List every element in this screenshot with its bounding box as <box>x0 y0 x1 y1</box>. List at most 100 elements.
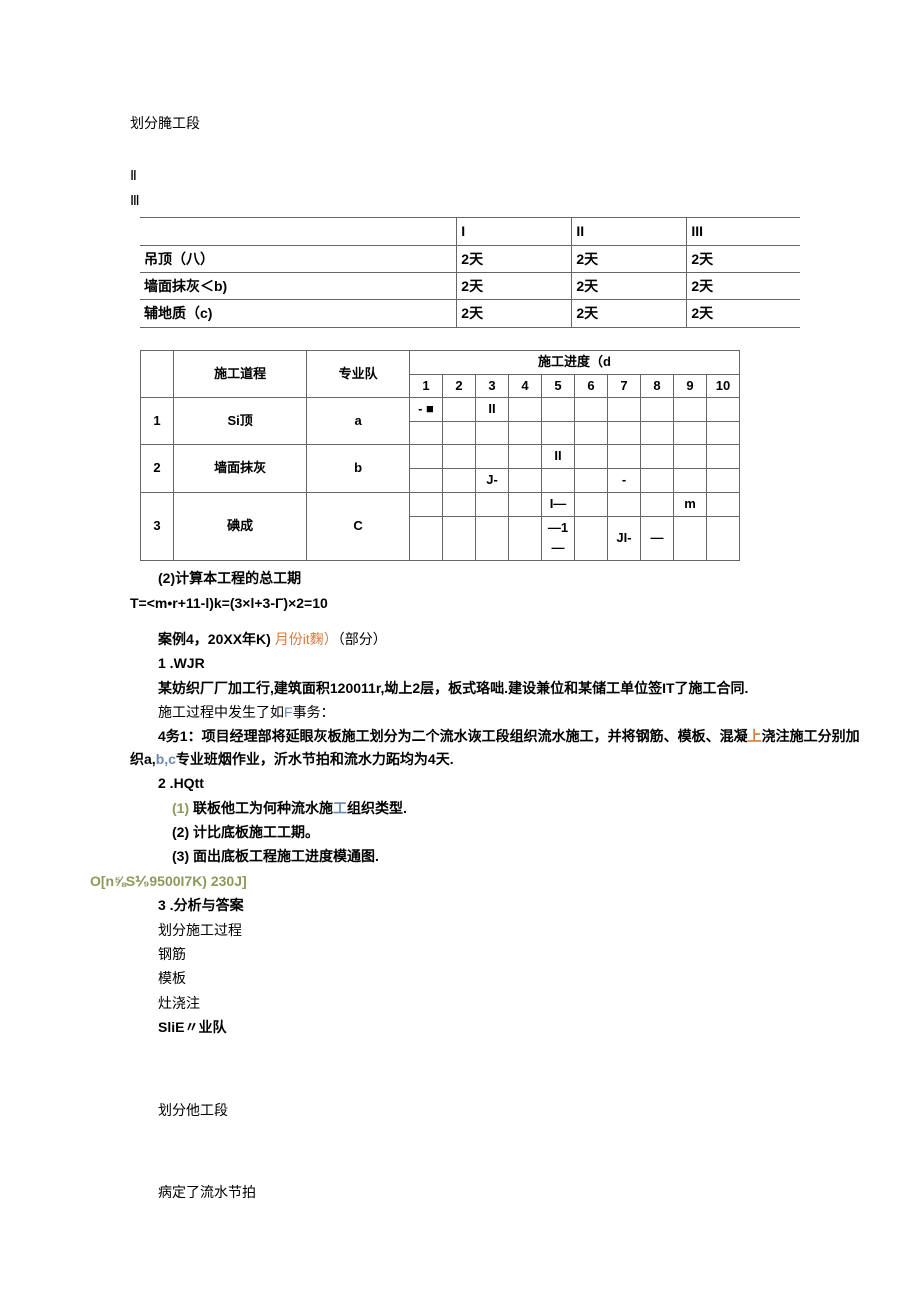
c <box>476 492 509 516</box>
c <box>674 445 707 469</box>
text-olive: (1) <box>172 800 189 816</box>
c: —1— <box>542 516 575 561</box>
col-2: 2 <box>443 374 476 398</box>
header-ii: II <box>572 218 687 245</box>
text-blue: F <box>284 704 293 720</box>
c <box>608 422 641 445</box>
c <box>707 468 740 492</box>
col-8: 8 <box>641 374 674 398</box>
header-blank <box>141 350 174 398</box>
c <box>707 422 740 445</box>
line-pour: 灶浇注 <box>130 992 860 1014</box>
cell: 2天 <box>687 300 800 327</box>
col-1: 1 <box>410 374 443 398</box>
c: - <box>608 468 641 492</box>
page-content: 划分腌工段 Ⅱ Ⅲ I II III 吊顶（八） 2天 2天 2天 墙面抹灰＜b… <box>0 0 920 1265</box>
col-7: 7 <box>608 374 641 398</box>
cell-label: 吊顶（八） <box>140 245 457 272</box>
line-analysis: 3 .分析与答案 <box>130 894 860 916</box>
c <box>542 422 575 445</box>
text: 事务： <box>293 704 335 720</box>
text: （部分） <box>338 631 387 647</box>
line-events: 施工过程中发生了如F事务： <box>130 701 860 723</box>
c <box>707 516 740 561</box>
table-row: 墙面抹灰＜b) 2天 2天 2天 <box>140 272 800 299</box>
c <box>641 398 674 422</box>
line-hqtt: 2 .HQtt <box>130 772 860 794</box>
c <box>608 492 641 516</box>
c: JI- <box>608 516 641 561</box>
c <box>443 445 476 469</box>
spacer <box>130 334 860 344</box>
c: - ■ <box>410 398 443 422</box>
heading-divide: 划分腌工段 <box>130 112 860 134</box>
c <box>542 468 575 492</box>
c <box>443 492 476 516</box>
line-formula: T=<m•r+11-l)k=(3×l+3-Γ)×2=10 <box>130 592 860 614</box>
c <box>575 468 608 492</box>
cell: 2天 <box>687 245 800 272</box>
text: 施工过程中发生了如 <box>158 704 284 720</box>
table-row: 辅地质（c) 2天 2天 2天 <box>140 300 800 327</box>
text: 4务1：项目经理部将延眼灰板施工划分为二个流水诙工段组织流水施工，并将钢筋、模板… <box>158 728 748 744</box>
c <box>476 516 509 561</box>
line-rebar: 钢筋 <box>130 943 860 965</box>
c <box>509 516 542 561</box>
row-n: 1 <box>141 398 174 445</box>
c <box>509 445 542 469</box>
c: — <box>641 516 674 561</box>
c <box>410 445 443 469</box>
cell: 2天 <box>457 245 572 272</box>
header-proc: 施工道程 <box>174 350 307 398</box>
c <box>443 468 476 492</box>
header-i: I <box>457 218 572 245</box>
line-formwork: 模板 <box>130 967 860 989</box>
cell: 2天 <box>572 300 687 327</box>
text: 联板他工为何种流水施 <box>189 800 333 816</box>
header-blank <box>140 218 457 245</box>
c <box>410 468 443 492</box>
line-case: 案例4，20XX年K) 月份it麴）（部分） <box>130 628 860 650</box>
table-row: 3 碘成 C I— m <box>141 492 740 516</box>
row-n: 2 <box>141 445 174 493</box>
c <box>509 422 542 445</box>
header-sched: 施工进度（d <box>410 350 740 374</box>
table-header-row: I II III <box>140 218 800 245</box>
col-6: 6 <box>575 374 608 398</box>
line-q2: (2) 计比底板施工工期。 <box>130 821 860 843</box>
line-task1: 4务1：项目经理部将延眼灰板施工划分为二个流水诙工段组织流水施工，并将钢筋、模板… <box>130 725 860 770</box>
c <box>641 468 674 492</box>
c <box>575 398 608 422</box>
text: 组织类型. <box>347 800 407 816</box>
table-header-row: 施工道程 专业队 施工进度（d <box>141 350 740 374</box>
c <box>410 516 443 561</box>
cell: 2天 <box>572 272 687 299</box>
col-3: 3 <box>476 374 509 398</box>
c <box>476 422 509 445</box>
text: 案例4，20XX年K) <box>158 631 275 647</box>
header-team: 专业队 <box>307 350 410 398</box>
c <box>608 398 641 422</box>
c <box>707 398 740 422</box>
table-row: 吊顶（八） 2天 2天 2天 <box>140 245 800 272</box>
c: I— <box>542 492 575 516</box>
c: II <box>542 445 575 469</box>
roman-two: Ⅱ <box>130 164 860 186</box>
spacer <box>130 136 860 162</box>
line-q3: (3) 面出底板工程施工进度模通图. <box>130 845 860 867</box>
col-9: 9 <box>674 374 707 398</box>
line-q1: (1) 联板他工为何种流水施工组织类型. <box>130 797 860 819</box>
header-iii: III <box>687 218 800 245</box>
schedule-table: 施工道程 专业队 施工进度（d 1 2 3 4 5 6 7 8 9 10 1 S… <box>140 350 740 561</box>
row-n: 3 <box>141 492 174 560</box>
line-code: O[n⅝S⅟₉9500I7K) 230J] <box>90 870 860 892</box>
c <box>674 468 707 492</box>
c <box>674 516 707 561</box>
row-team: b <box>307 445 410 493</box>
c <box>509 468 542 492</box>
c <box>443 398 476 422</box>
c <box>410 492 443 516</box>
line-calc-title: (2)计算本工程的总工期 <box>130 567 860 589</box>
row-team: C <box>307 492 410 560</box>
line-divide-proc: 划分施工过程 <box>130 919 860 941</box>
